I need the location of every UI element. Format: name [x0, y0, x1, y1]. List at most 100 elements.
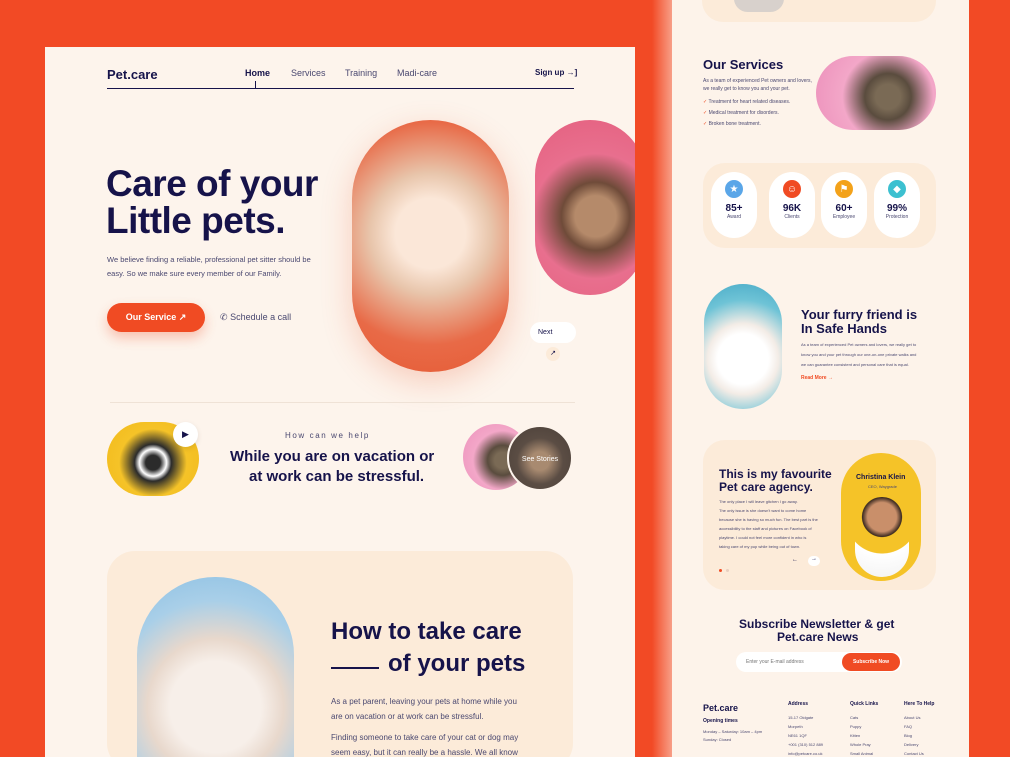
service-item-2: ✓ Medical treatment for disorders.	[703, 110, 779, 116]
service-item-2-label: Medical treatment for disorders.	[708, 110, 779, 116]
stat-clients: ☺ 96K Clients	[769, 172, 815, 238]
sign-up-label: Sign up	[535, 68, 565, 77]
clients-icon: ☺	[783, 180, 801, 198]
safe-title-line2: In Safe Hands	[801, 321, 887, 336]
poodle-image	[704, 284, 782, 409]
see-stories-button[interactable]: See Stories	[507, 425, 573, 491]
nav-training[interactable]: Training	[345, 68, 377, 78]
quick-link-4[interactable]: Whole Pray	[850, 742, 871, 747]
our-service-button[interactable]: Our Service ↗	[107, 303, 205, 332]
header-divider	[107, 88, 574, 89]
shield-icon: ◆	[888, 180, 906, 198]
newsletter-title-line1: Subscribe Newsletter & get	[739, 617, 895, 631]
landing-page-secondary: Our Services As a team of experienced Pe…	[672, 0, 969, 757]
brand-logo[interactable]: Pet.care	[107, 67, 158, 82]
help-link-1[interactable]: About Us	[904, 715, 920, 720]
stat-award-label: Award	[726, 214, 742, 220]
nav-active-marker	[255, 81, 256, 89]
right-page-shadow	[652, 0, 680, 757]
play-button[interactable]: ▶	[173, 422, 198, 447]
schedule-call-link[interactable]: ✆ Schedule a call	[220, 312, 291, 323]
see-stories-label: See Stories	[521, 456, 559, 463]
address-line-3: NE61 1QF	[788, 733, 807, 738]
safe-desc-line3: we can guarantee consistent and personal…	[801, 362, 909, 367]
hero-title-line2: Little pets.	[106, 200, 286, 241]
hero-desc-line1: We believe finding a reliable, professio…	[107, 255, 311, 264]
testimonial-line-3: because she is having so much fun. The b…	[719, 517, 818, 522]
quick-link-5[interactable]: Small Animal	[850, 751, 873, 756]
howto-title-line2: of your pets	[388, 650, 526, 677]
reviewer-avatar	[855, 497, 909, 577]
quick-link-1[interactable]: Cats	[850, 715, 858, 720]
schedule-call-label: Schedule a call	[230, 312, 292, 322]
stat-clients-label: Clients	[784, 214, 800, 220]
opening-times-title: Opening times	[703, 718, 738, 724]
stat-protection-label: Protection	[885, 214, 909, 220]
white-cat-image	[137, 577, 294, 757]
address-line-2: Morpeth	[788, 724, 803, 729]
address-line-5: info@petcare.co.uk	[788, 751, 823, 756]
footer-brand[interactable]: Pet.care	[703, 703, 738, 713]
carousel-dots[interactable]	[719, 559, 735, 572]
stat-protection: ◆ 99% Protection	[874, 172, 920, 238]
arrow-up-right-icon: ↗	[178, 312, 187, 322]
check-icon: ✓	[703, 99, 708, 105]
nav-madi-care[interactable]: Madi-care	[397, 68, 437, 78]
help-link-2[interactable]: FAQ	[904, 724, 912, 729]
quick-link-3[interactable]: Kitten	[850, 733, 860, 738]
safe-desc-line2: know you and your pet through our one-on…	[801, 352, 917, 357]
arrow-right-icon: →	[827, 375, 833, 381]
testimonial-line-6: taking care of my pup while being out of…	[719, 544, 801, 549]
service-item-1-label: Treatment for heart related diseases.	[708, 99, 791, 105]
stat-employee: ⚑ 60+ Employee	[821, 172, 867, 238]
address-title: Address	[788, 701, 809, 707]
stat-award: ★ 85+ Award	[711, 172, 757, 238]
howto-p2-line1: Finding someone to take care of your cat…	[331, 733, 519, 742]
testimonial-line-5: playtime. I could not feel more confiden…	[719, 535, 807, 540]
service-item-3-label: Broken bone treatment.	[708, 121, 761, 127]
testimonial-line-2: The only issue is she doesn't want to co…	[719, 508, 807, 513]
address-line-4: +001 (310) 512 889	[788, 742, 824, 747]
next-label: Next	[538, 329, 553, 336]
address-line-1: 15-17 Oldgate	[788, 715, 814, 720]
hero-desc-line2: easy. So we make sure every member of ou…	[107, 269, 282, 278]
howto-p1-line2: are on vacation or at work can be stress…	[331, 712, 484, 721]
nav-services[interactable]: Services	[291, 68, 326, 78]
login-arrow-icon: →]	[566, 68, 578, 77]
play-icon: ▶	[182, 429, 189, 439]
our-service-label: Our Service	[125, 312, 177, 322]
check-icon: ✓	[703, 110, 708, 116]
services-desc-line2: we really get to know you and your pet.	[703, 86, 790, 92]
social-icons: f ◎ t	[703, 749, 736, 757]
read-more-label: Read More	[801, 375, 827, 381]
quick-link-2[interactable]: Puppy	[850, 724, 861, 729]
read-more-link[interactable]: Read More →	[801, 375, 833, 381]
newsletter-title-line2: Pet.care News	[777, 630, 859, 644]
phone-icon: ✆	[220, 312, 228, 322]
safe-desc-line1: As a team of experienced Pet owners and …	[801, 342, 917, 347]
landing-page-main: Pet.care Home Services Training Madi-car…	[45, 47, 635, 757]
nav-home[interactable]: Home	[245, 68, 270, 78]
subscribe-button[interactable]: Subscribe Now	[842, 653, 900, 671]
stat-protection-value: 99%	[886, 203, 907, 214]
next-arrow-icon: ↗	[546, 347, 560, 361]
howto-title-line1: How to take care	[331, 618, 522, 645]
next-arrow-button[interactable]: →	[808, 556, 820, 566]
next-button[interactable]: Next ↗	[530, 322, 576, 361]
hours-line2: Sunday: Closed	[703, 737, 732, 742]
help-link-4[interactable]: Delivery	[904, 742, 918, 747]
help-link-3[interactable]: Blog	[904, 733, 912, 738]
help-link-5[interactable]: Contact Us	[904, 751, 924, 756]
hero-title-line1: Care of your	[106, 163, 318, 204]
services-title: Our Services	[703, 57, 784, 72]
section-divider	[110, 402, 575, 403]
prev-arrow-button[interactable]: ←	[792, 557, 798, 563]
help-title-line1: While you are on vacation or	[230, 448, 435, 465]
sign-up-link[interactable]: Sign up →]	[535, 68, 577, 77]
title-dash	[331, 667, 379, 669]
services-desc-line1: As a team of experienced Pet owners and …	[703, 78, 812, 84]
service-item-3: ✓ Broken bone treatment.	[703, 121, 761, 127]
reviewer-role: CEO, Waygrade	[868, 484, 897, 489]
safe-title-line1: Your furry friend is	[801, 307, 918, 322]
reviewer-name: Christina Klein	[856, 474, 906, 481]
